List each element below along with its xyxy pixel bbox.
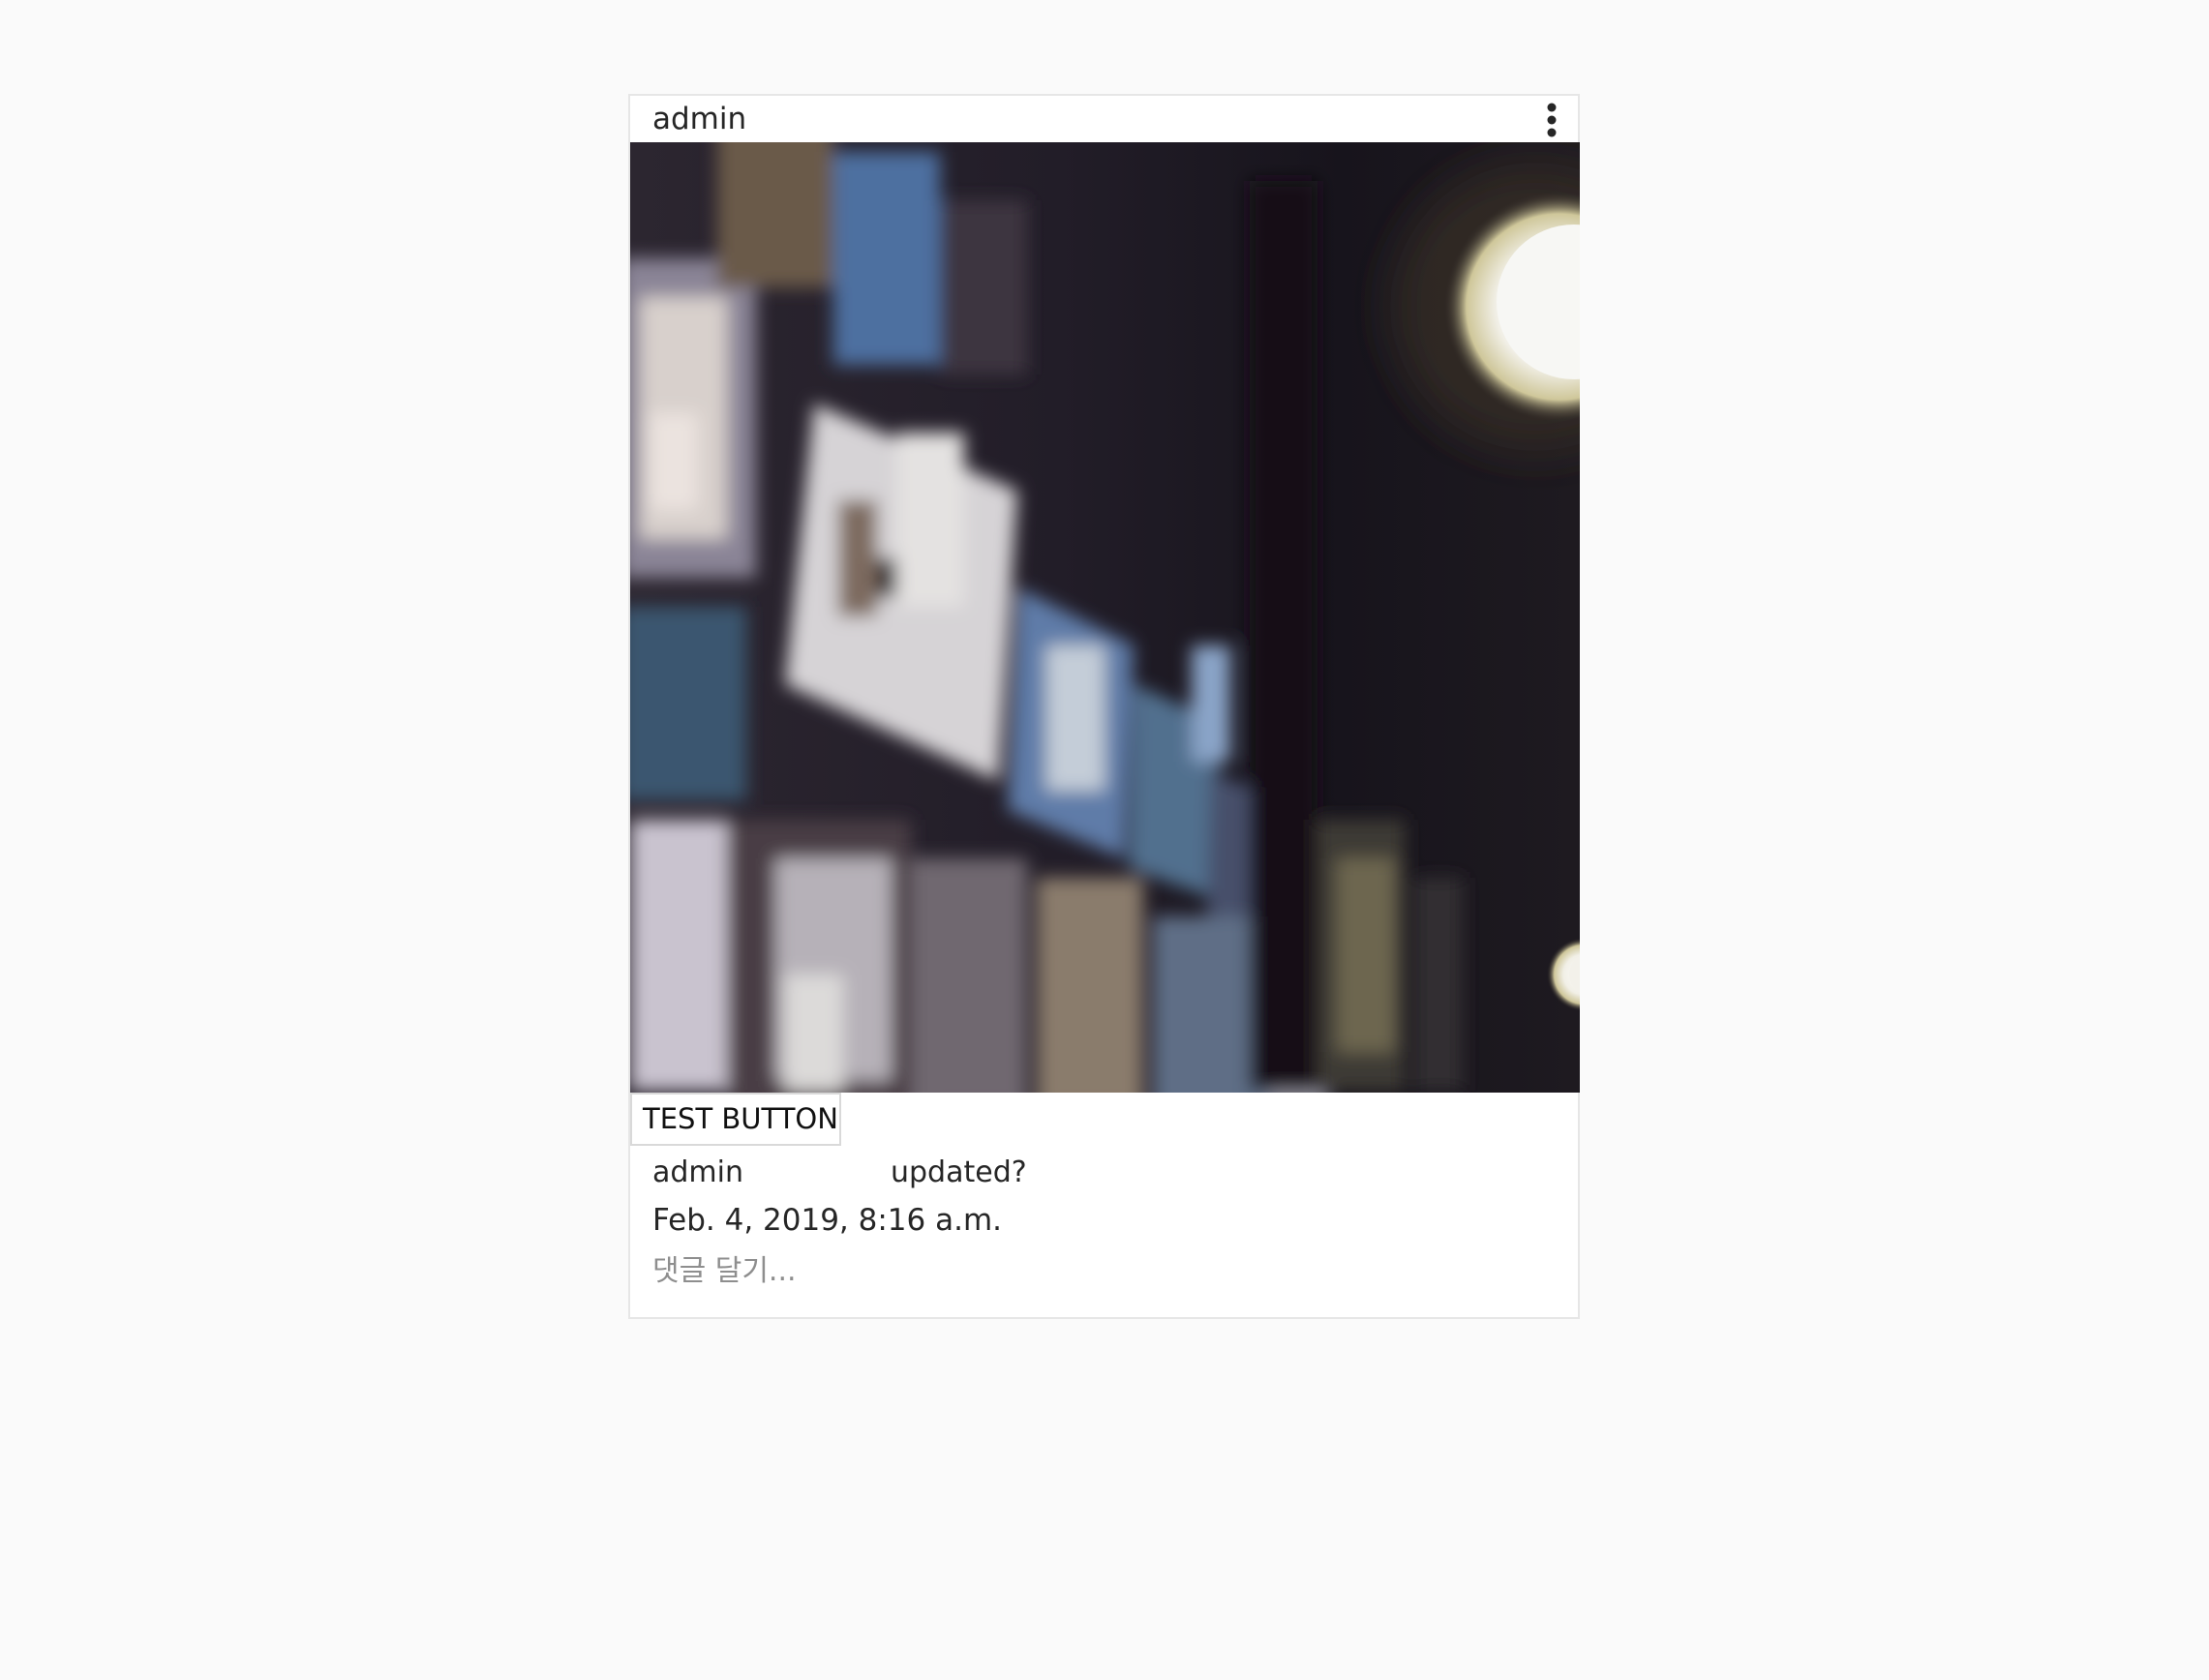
post-header: admin <box>630 96 1578 143</box>
photo-image <box>630 142 1580 1093</box>
caption: admin updated? <box>652 1154 1027 1192</box>
caption-author[interactable]: admin <box>652 1154 891 1192</box>
post-photo <box>630 142 1580 1093</box>
post-timestamp: Feb. 4, 2019, 8:16 a.m. <box>652 1203 1002 1238</box>
test-button[interactable]: TEST BUTTON <box>630 1093 841 1146</box>
more-vertical-icon <box>1547 103 1557 137</box>
comment-input[interactable] <box>652 1249 1553 1292</box>
post-card: admin TEST BUTTON admin updated? Feb. 4,… <box>628 94 1580 1319</box>
more-options-button[interactable] <box>1541 103 1562 137</box>
caption-text: updated? <box>891 1155 1027 1189</box>
post-username[interactable]: admin <box>652 100 746 138</box>
